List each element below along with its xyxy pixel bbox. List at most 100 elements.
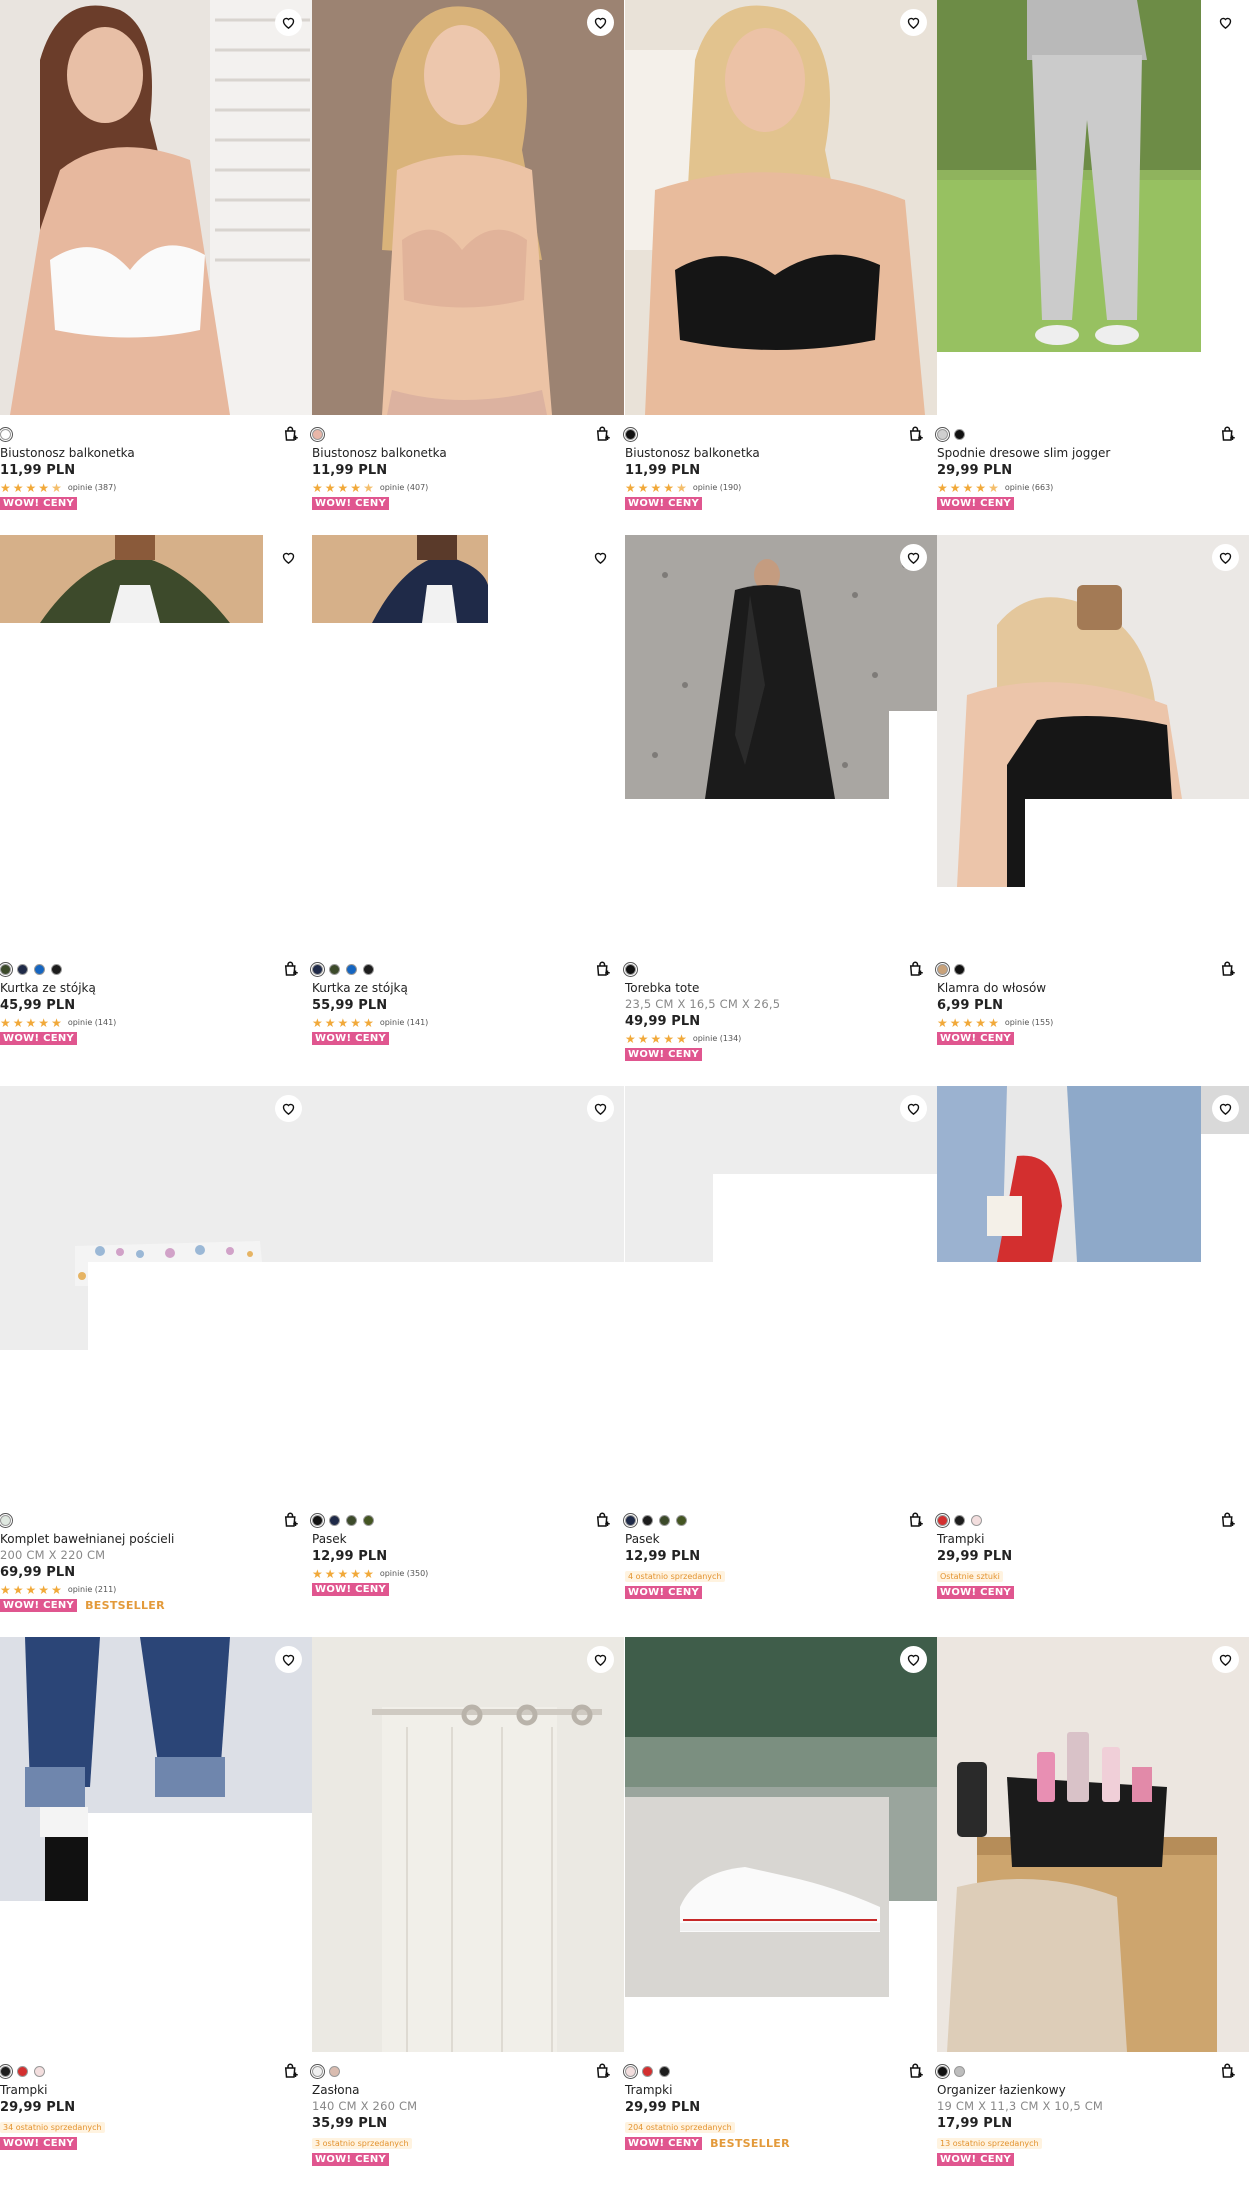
product-image[interactable] [625,535,937,950]
review-count[interactable]: opinie (387) [68,483,116,492]
product-name[interactable]: Pasek [312,1532,624,1546]
wishlist-heart-icon[interactable] [1212,1646,1239,1673]
wishlist-heart-icon[interactable] [587,1095,614,1122]
product-image[interactable] [0,0,312,415]
add-to-cart-icon[interactable] [594,960,612,978]
color-swatch[interactable] [363,1514,374,1526]
product-image[interactable] [937,1637,1249,2052]
review-count[interactable]: opinie (134) [693,1034,741,1043]
color-swatch[interactable] [329,2065,340,2077]
add-to-cart-icon[interactable] [282,425,300,443]
color-swatch[interactable] [623,2063,638,2079]
color-swatch[interactable] [17,963,28,975]
color-swatch[interactable] [0,961,13,977]
product-card[interactable]: Klamra do włosów 6,99 PLN ★ ★ ★ ★ ★ opinie (1… [935,535,1249,1045]
product-image[interactable] [937,535,1249,950]
wishlist-heart-icon[interactable] [900,9,927,36]
product-image[interactable] [625,1637,937,2052]
product-image[interactable] [312,1086,624,1501]
color-swatch[interactable] [659,1514,670,1526]
wishlist-heart-icon[interactable] [275,544,302,571]
product-image[interactable] [0,1086,312,1501]
add-to-cart-icon[interactable] [282,2062,300,2080]
product-image[interactable] [937,1086,1249,1501]
product-card[interactable]: Pasek 12,99 PLN ★ ★ ★ ★ ★ opinie (350) WOW! C… [310,1086,624,1596]
add-to-cart-icon[interactable] [594,425,612,443]
product-name[interactable]: Komplet bawełnianej pościeli [0,1532,312,1546]
color-swatch[interactable] [935,426,950,442]
product-name[interactable]: Trampki [937,1532,1249,1546]
wishlist-heart-icon[interactable] [900,1095,927,1122]
add-to-cart-icon[interactable] [907,960,925,978]
color-swatch[interactable] [935,2063,950,2079]
review-count[interactable]: opinie (141) [380,1018,428,1027]
product-name[interactable]: Spodnie dresowe slim jogger [937,446,1249,460]
product-name[interactable]: Klamra do włosów [937,981,1249,995]
add-to-cart-icon[interactable] [594,2062,612,2080]
product-name[interactable]: Biustonosz balkonetka [625,446,937,460]
color-swatch[interactable] [346,1514,357,1526]
review-count[interactable]: opinie (211) [68,1585,116,1594]
add-to-cart-icon[interactable] [1219,1511,1237,1529]
wishlist-heart-icon[interactable] [900,544,927,571]
review-count[interactable]: opinie (155) [1005,1018,1053,1027]
product-card[interactable]: Biustonosz balkonetka 11,99 PLN ★ ★ ★ ★ ★ opi… [0,0,312,510]
wishlist-heart-icon[interactable] [587,9,614,36]
product-card[interactable]: Biustonosz balkonetka 11,99 PLN ★ ★ ★ ★ ★ opi… [623,0,937,510]
color-swatch[interactable] [346,963,357,975]
product-name[interactable]: Organizer łazienkowy [937,2083,1249,2097]
color-swatch[interactable] [954,963,965,975]
product-card[interactable]: Trampki 29,99 PLN Ostatnie sztuki WOW! C… [935,1086,1249,1599]
review-count[interactable]: opinie (141) [68,1018,116,1027]
add-to-cart-icon[interactable] [282,960,300,978]
product-name[interactable]: Trampki [625,2083,937,2097]
add-to-cart-icon[interactable] [1219,960,1237,978]
wishlist-heart-icon[interactable] [1212,9,1239,36]
add-to-cart-icon[interactable] [1219,2062,1237,2080]
product-image[interactable] [0,1637,312,2052]
product-name[interactable]: Kurtka ze stójką [0,981,312,995]
add-to-cart-icon[interactable] [907,425,925,443]
color-swatch[interactable] [676,1514,687,1526]
color-swatch[interactable] [310,1512,325,1528]
color-swatch[interactable] [954,1514,965,1526]
color-swatch[interactable] [310,2063,325,2079]
color-swatch[interactable] [51,963,62,975]
product-card[interactable]: Biustonosz balkonetka 11,99 PLN ★ ★ ★ ★ ★ opi… [310,0,624,510]
color-swatch[interactable] [329,1514,340,1526]
color-swatch[interactable] [623,426,638,442]
color-swatch[interactable] [329,963,340,975]
color-swatch[interactable] [310,426,325,442]
review-count[interactable]: opinie (663) [1005,483,1053,492]
product-image[interactable] [312,0,624,415]
product-name[interactable]: Zasłona [312,2083,624,2097]
product-card[interactable]: Trampki 29,99 PLN 34 ostatnio sprzedanyc… [0,1637,312,2150]
color-swatch[interactable] [935,1512,950,1528]
product-name[interactable]: Pasek [625,1532,937,1546]
product-card[interactable]: Trampki 29,99 PLN 204 ostatnio sprzedany… [623,1637,937,2150]
color-swatch[interactable] [363,963,374,975]
product-card[interactable]: Kurtka ze stójką 55,99 PLN ★ ★ ★ ★ ★ opinie (… [310,535,624,1045]
color-swatch[interactable] [954,2065,965,2077]
product-card[interactable]: Organizer łazienkowy 19 CM X 11,3 CM X 1… [935,1637,1249,2166]
wishlist-heart-icon[interactable] [275,9,302,36]
review-count[interactable]: opinie (407) [380,483,428,492]
add-to-cart-icon[interactable] [907,1511,925,1529]
color-swatch[interactable] [659,2065,670,2077]
wishlist-heart-icon[interactable] [275,1095,302,1122]
product-name[interactable]: Biustonosz balkonetka [0,446,312,460]
product-image[interactable] [312,1637,624,2052]
color-swatch[interactable] [623,1512,638,1528]
product-image[interactable] [312,535,624,950]
color-swatch[interactable] [642,2065,653,2077]
product-name[interactable]: Trampki [0,2083,312,2097]
wishlist-heart-icon[interactable] [1212,1095,1239,1122]
product-name[interactable]: Kurtka ze stójką [312,981,624,995]
add-to-cart-icon[interactable] [282,1511,300,1529]
product-image[interactable] [937,0,1249,415]
color-swatch[interactable] [954,428,965,440]
color-swatch[interactable] [34,2065,45,2077]
color-swatch[interactable] [642,1514,653,1526]
color-swatch[interactable] [0,426,13,442]
product-card[interactable]: Kurtka ze stójką 45,99 PLN ★ ★ ★ ★ ★ opinie (… [0,535,312,1045]
